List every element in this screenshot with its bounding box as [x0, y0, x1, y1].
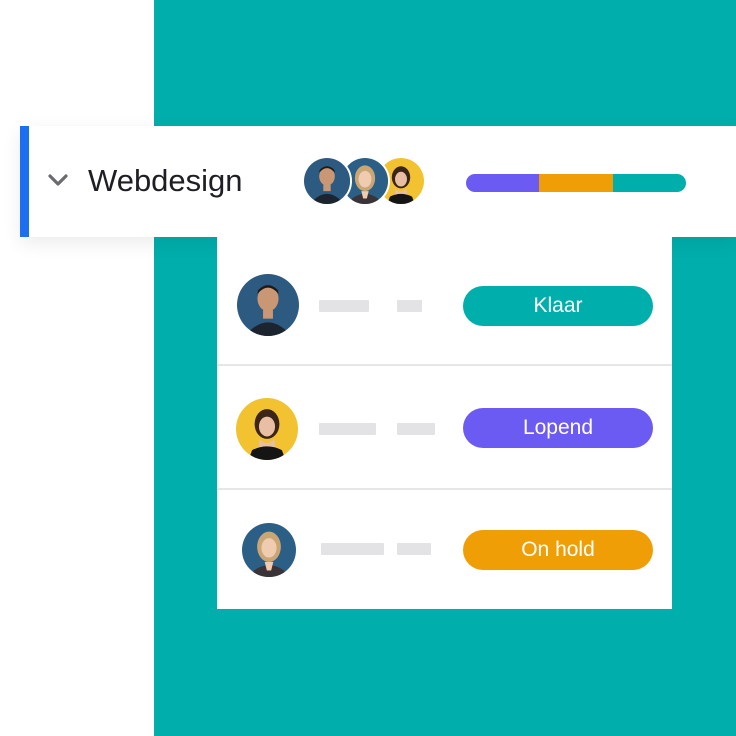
task-list: Klaar Lopend On hold [217, 237, 672, 609]
group-title: Webdesign [88, 163, 243, 198]
status-badge[interactable]: On hold [463, 530, 653, 570]
text-placeholder [321, 543, 384, 555]
group-progress-bar [466, 174, 686, 192]
text-placeholder [397, 543, 431, 555]
text-placeholder [319, 423, 376, 435]
brunette-woman-avatar [236, 398, 298, 460]
group-accent-bar [20, 126, 29, 237]
chevron-down-icon[interactable] [48, 170, 68, 190]
blonde-woman-avatar [242, 523, 296, 577]
task-row[interactable]: Klaar [217, 242, 672, 364]
text-placeholder [397, 300, 422, 312]
progress-segment-on-hold [538, 174, 614, 192]
text-placeholder [319, 300, 369, 312]
text-placeholder [397, 423, 435, 435]
group-row-webdesign[interactable]: Webdesign [20, 126, 736, 237]
status-badge[interactable]: Lopend [463, 408, 653, 448]
man-avatar [302, 156, 352, 206]
status-badge[interactable]: Klaar [463, 286, 653, 326]
member-avatar-stack [302, 156, 432, 206]
task-row[interactable]: On hold [217, 490, 672, 612]
man-avatar [237, 274, 299, 336]
progress-segment-klaar [613, 174, 686, 192]
task-row[interactable]: Lopend [217, 366, 672, 488]
progress-segment-lopend [466, 174, 539, 192]
